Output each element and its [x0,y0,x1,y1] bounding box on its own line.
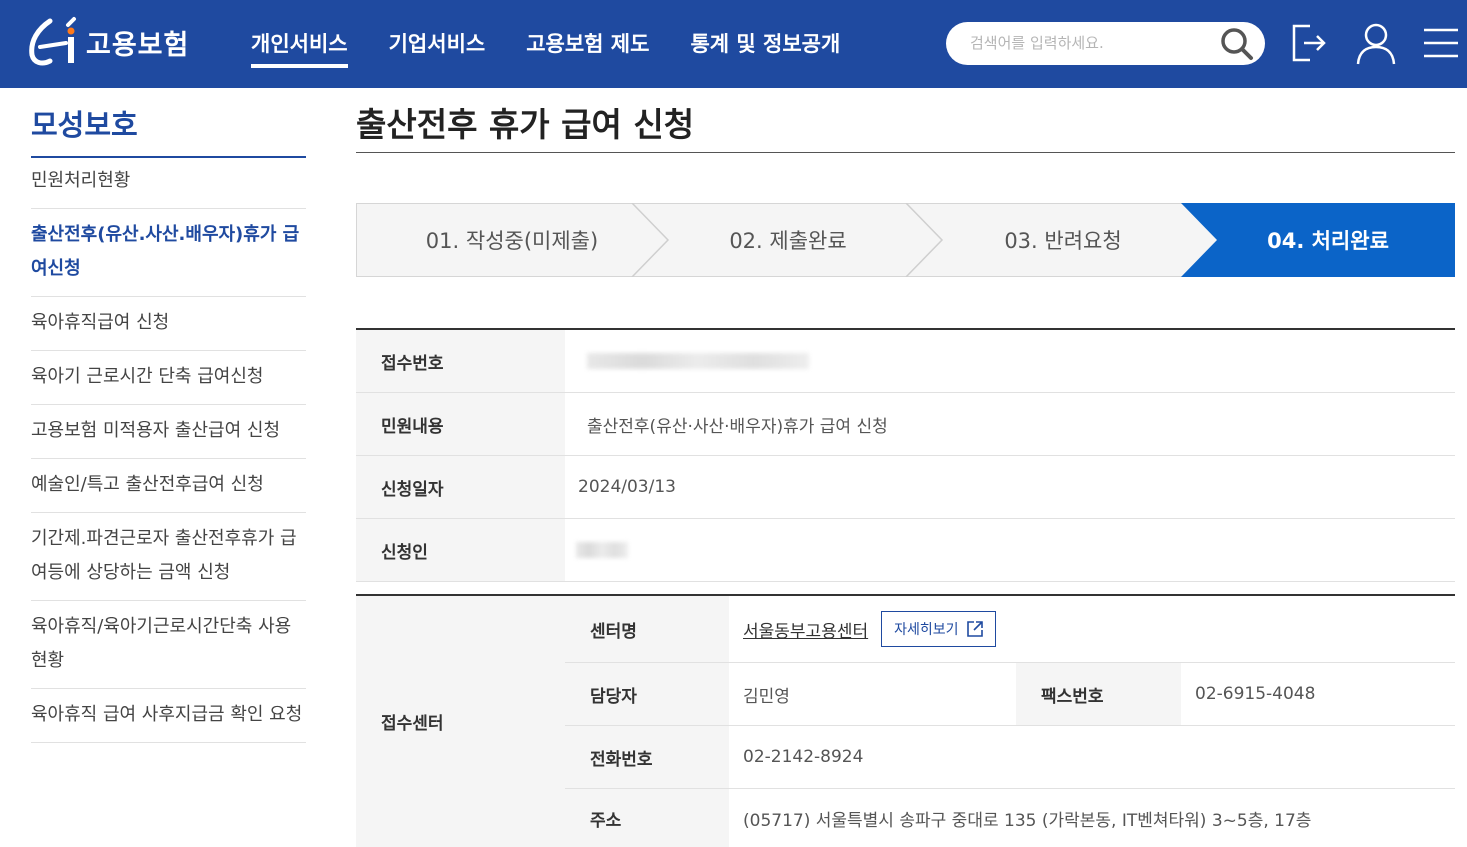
search-box [946,22,1265,65]
table-row: 신청일자 2024/03/13 [356,456,1455,519]
center-name-cell: 서울동부고용센터 자세히보기 [729,596,996,662]
nav-statistics[interactable]: 통계 및 정보공개 [690,28,840,64]
sidebar-title: 모성보호 [31,102,306,158]
search-icon[interactable] [1219,26,1255,62]
table-row: 센터명 서울동부고용센터 자세히보기 [565,596,1455,663]
table-row: 담당자 김민영 팩스번호 02-6915-4048 [565,663,1455,726]
sidebar-item-maternity-leave[interactable]: 출산전후(유산.사산.배우자)휴가 급여신청 [31,209,306,297]
table-row: 신청인 [356,519,1455,582]
progress-steps: 01. 작성중(미제출) 02. 제출완료 03. 반려요청 04. 처리완료 [356,203,1455,277]
center-name-link[interactable]: 서울동부고용센터 [743,617,868,642]
title-divider [356,152,1455,153]
user-icon[interactable] [1353,20,1399,66]
view-details-label: 자세히보기 [894,622,959,638]
application-info-table: 접수번호 민원내용 출산전후(유산·사산·배우자)휴가 급여 신청 신청일자 2… [356,328,1455,582]
logo-text: 고용보험 [86,29,190,61]
phone-value: 02-2142-8924 [743,747,864,767]
nav-insurance-system[interactable]: 고용보험 제도 [526,28,649,64]
sidebar-item-contract-worker[interactable]: 기간제.파견근로자 출산전후휴가 급여등에 상당하는 금액 신청 [31,513,306,601]
content-value: 출산전후(유산·사산·배우자)휴가 급여 신청 [587,416,888,437]
sidebar-menu: 민원처리현황 출산전후(유산.사산.배우자)휴가 급여신청 육아휴직급여 신청 … [31,155,306,743]
phone-label: 전화번호 [565,726,729,788]
view-details-button[interactable]: 자세히보기 [881,611,996,647]
nav-business-service[interactable]: 기업서비스 [389,28,486,64]
sidebar-item-deferred-payment[interactable]: 육아휴직 급여 사후지급금 확인 요청 [31,689,306,743]
logo-icon [29,17,76,66]
table-row: 민원내용 출산전후(유산·사산·배우자)휴가 급여 신청 [356,393,1455,456]
redacted-receipt-no [587,353,809,369]
date-label: 신청일자 [356,456,565,518]
receipt-no-label: 접수번호 [356,330,565,392]
sidebar-item-parental-leave[interactable]: 육아휴직급여 신청 [31,297,306,351]
external-link-icon [966,621,983,637]
receiving-center-table: 접수센터 센터명 서울동부고용센터 자세히보기 담당자 김민영 팩스번호 02-… [356,594,1455,847]
table-row: 전화번호 02-2142-8924 [565,726,1455,789]
site-logo[interactable]: 고용보험 [28,14,189,70]
sidebar-item-usage-status[interactable]: 육아휴직/육아기근로시간단축 사용 현황 [31,601,306,689]
logout-icon[interactable] [1286,20,1332,66]
step-4-completed: 04. 처리완료 [1267,229,1389,253]
applicant-label: 신청인 [356,519,565,581]
step-2-submitted: 02. 제출완료 [729,229,847,253]
manager-label: 담당자 [565,663,729,725]
search-input[interactable] [970,30,1210,56]
receiving-center-label: 접수센터 [356,596,565,847]
table-row: 주소 (05717) 서울특별시 송파구 중대로 135 (가락본동, IT벤쳐… [565,789,1455,847]
sidebar-item-reduced-hours[interactable]: 육아기 근로시간 단축 급여신청 [31,351,306,405]
sidebar-item-uninsured-maternity[interactable]: 고용보험 미적용자 출산급여 신청 [31,405,306,459]
date-value: 2024/03/13 [578,477,676,497]
receipt-no-value [565,330,1455,392]
step-3-returned: 03. 반려요청 [1004,229,1122,253]
applicant-value [565,519,1455,581]
page-title: 출산전후 휴가 급여 신청 [356,105,695,144]
table-row: 접수번호 [356,330,1455,393]
fax-value: 02-6915-4048 [1195,684,1316,704]
center-name-label: 센터명 [565,596,729,662]
sidebar-item-status[interactable]: 민원처리현황 [31,155,306,209]
address-value: (05717) 서울특별시 송파구 중대로 135 (가락본동, IT벤쳐타워)… [743,810,1312,831]
step-1-draft: 01. 작성중(미제출) [425,229,599,253]
menu-icon[interactable] [1420,20,1466,66]
manager-value: 김민영 [743,686,790,707]
nav-personal-service[interactable]: 개인서비스 [251,28,348,68]
address-label: 주소 [565,789,729,847]
fax-label: 팩스번호 [1016,663,1181,725]
redacted-applicant [576,542,628,558]
main-nav: 개인서비스 기업서비스 고용보험 제도 통계 및 정보공개 [251,28,881,68]
sidebar-item-artist-maternity[interactable]: 예술인/특고 출산전후급여 신청 [31,459,306,513]
top-header: 고용보험 개인서비스 기업서비스 고용보험 제도 통계 및 정보공개 [0,0,1467,88]
